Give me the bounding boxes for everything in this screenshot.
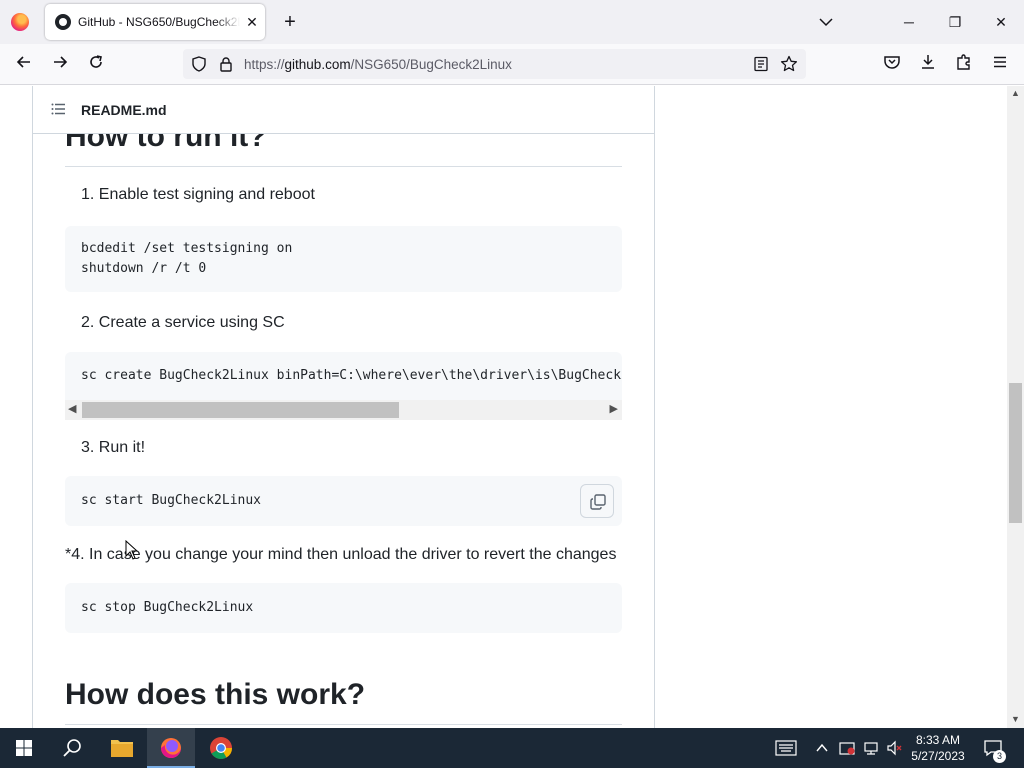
heading-divider [65,166,622,167]
heading-how-does-this-work: How does this work? [65,678,366,711]
reload-icon [90,55,102,68]
step-2-text: 2. Create a service using SC [81,314,285,331]
arrow-left-icon [16,56,30,68]
minimize-button[interactable]: ─ [897,10,921,34]
firefox-menu-icon[interactable] [11,13,29,31]
tab-github-bugcheck2linux[interactable]: GitHub - NSG650/BugCheck2Linux ✕ [45,4,265,40]
puzzle-piece-icon [957,54,970,70]
reader-view-icon[interactable] [753,56,769,72]
heading-divider-2 [65,724,622,725]
page-vertical-scrollbar[interactable]: ▲ ▼ [1007,86,1024,728]
firefox-taskbar-button[interactable] [147,728,195,768]
tab-close-button[interactable]: ✕ [243,13,261,31]
close-window-button[interactable]: ✕ [989,10,1013,34]
windows-logo-icon [16,740,32,756]
scroll-up-arrow-icon[interactable]: ▲ [1011,88,1020,98]
table-of-contents-icon[interactable] [51,103,65,115]
download-icon [922,55,934,69]
step-1-text: 1. Enable test signing and reboot [81,186,315,203]
lock-icon[interactable] [219,56,233,72]
vertical-scroll-thumb[interactable] [1009,383,1022,523]
extensions-button[interactable] [952,53,976,77]
step-3-text: 3. Run it! [81,439,146,456]
address-bar[interactable]: https://github.com/NSG650/BugCheck2Linux [183,49,806,79]
hamburger-menu-icon [994,56,1006,68]
app-menu-button[interactable] [988,53,1012,77]
network-icon[interactable] [862,740,880,756]
code-block-1: bcdedit /set testsigning on shutdown /r … [65,226,622,292]
bookmark-star-icon[interactable] [780,55,798,73]
navigation-bar: https://github.com/NSG650/BugCheck2Linux [0,44,1024,85]
list-all-tabs-button[interactable] [816,12,836,32]
keyboard-input-icon[interactable] [775,740,797,756]
volume-muted-icon[interactable] [886,740,904,756]
pocket-button[interactable] [880,53,904,77]
readme-filename[interactable]: README.md [81,102,167,118]
url-prefix: https:// [244,57,285,72]
new-tab-button[interactable]: + [279,11,301,33]
security-center-icon[interactable] [838,740,856,756]
scroll-left-arrow-icon[interactable]: ◀ [68,402,76,415]
tab-title: GitHub - NSG650/BugCheck2Linux [78,15,240,29]
code-text-3: sc start BugCheck2Linux [81,493,262,508]
step-4-text: *4. In case you change your mind then un… [65,546,617,563]
title-bar: GitHub - NSG650/BugCheck2Linux ✕ + ─ ❐ ✕ [0,0,1024,44]
notification-count-badge: 3 [993,750,1006,763]
search-button[interactable] [48,728,96,768]
code-text-4: sc stop BugCheck2Linux [81,600,254,615]
firefox-icon [161,738,181,758]
code-horizontal-scrollbar[interactable]: ◀ ▶ [65,400,622,420]
scroll-right-arrow-icon[interactable]: ▶ [610,402,618,415]
clock-date[interactable]: 5/27/2023 [908,749,968,763]
copy-icon [590,494,606,510]
horizontal-scroll-thumb[interactable] [82,402,399,418]
pocket-icon [884,56,900,69]
code-text-1: bcdedit /set testsigning on shutdown /r … [81,241,293,276]
search-icon [63,739,81,757]
url-text[interactable]: https://github.com/NSG650/BugCheck2Linux [244,57,512,72]
restore-button[interactable]: ❐ [943,10,967,34]
code-block-4: sc stop BugCheck2Linux [65,583,622,633]
file-explorer-button[interactable] [98,728,146,768]
github-favicon-icon [55,14,71,30]
scroll-down-arrow-icon[interactable]: ▼ [1011,714,1020,724]
reload-button[interactable] [84,53,108,77]
chrome-taskbar-button[interactable] [197,728,245,768]
clock-time[interactable]: 8:33 AM [908,733,968,747]
back-button[interactable] [12,53,36,77]
windows-taskbar: 8:33 AM 5/27/2023 3 [0,728,1024,768]
web-page: README.md How to run it? 1. Enable test … [0,86,1007,728]
forward-button[interactable] [48,53,72,77]
url-host: github.com [284,57,351,72]
folder-icon [111,740,133,757]
url-path: /NSG650/BugCheck2Linux [350,57,512,72]
mouse-cursor-icon [125,540,139,560]
code-text-2: sc create BugCheck2Linux binPath=C:\wher… [81,368,622,383]
arrow-right-icon [54,56,68,68]
chevron-up-icon[interactable] [815,742,829,754]
downloads-button[interactable] [916,53,940,77]
tracking-protection-shield-icon[interactable] [191,56,207,72]
readme-header: README.md [33,86,654,134]
code-block-3: sc start BugCheck2Linux [65,476,622,526]
chevron-down-icon [819,18,833,27]
chrome-icon [210,737,232,759]
start-button[interactable] [0,728,48,768]
copy-code-button[interactable] [580,484,614,518]
